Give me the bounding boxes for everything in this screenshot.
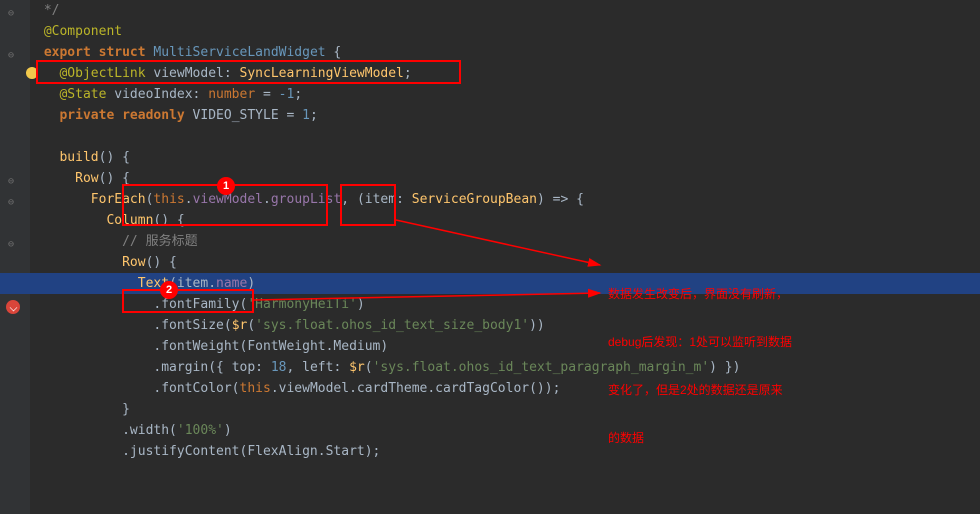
fold-icon[interactable]: ⊖ [8, 192, 14, 213]
semi: ; [294, 87, 302, 102]
annotation-state: @State [59, 87, 106, 102]
note-line4: 的数据 [608, 430, 792, 446]
type-ServiceGroupBean: ServiceGroupBean [412, 192, 537, 207]
colon: : [333, 360, 349, 375]
key-top: top [232, 360, 255, 375]
comment-service-title: // 服务标题 [122, 234, 197, 249]
str-100: '100%' [177, 423, 224, 438]
fold-icon[interactable]: ⊖ [8, 45, 14, 66]
paren-open: ( [247, 318, 255, 333]
fn-r: $r [232, 318, 248, 333]
colon: : [396, 192, 412, 207]
annotation-box-item [340, 184, 396, 226]
annotation-box-objectlink [36, 60, 461, 84]
eq: = [279, 108, 302, 123]
paren: () [146, 255, 162, 270]
kw-this: this [240, 381, 271, 396]
note-line2: debug后发现：1处可以监听到数据 [608, 334, 792, 350]
fn-Row: Row [75, 171, 98, 186]
badge-1: 1 [217, 177, 235, 195]
brace-close: } [122, 402, 130, 417]
fold-icon[interactable]: ⊖ [8, 3, 14, 24]
kw-struct: struct [99, 45, 146, 60]
chain: .viewModel.cardTheme.cardTagColor()); [271, 381, 561, 396]
colon: : [193, 87, 209, 102]
semi: ; [310, 108, 318, 123]
paren-open: ( [365, 360, 373, 375]
fn-Row: Row [122, 255, 145, 270]
call-width: .width( [122, 423, 177, 438]
comma: , [286, 360, 302, 375]
comment-end: */ [36, 3, 59, 18]
annotation-note: 数据发生改变后，界面没有刷新， debug后发现：1处可以监听到数据 变化了，但… [608, 254, 792, 462]
num-18: 18 [271, 360, 287, 375]
call-fontColor: .fontColor( [153, 381, 239, 396]
type-number: number [208, 87, 255, 102]
eq: = [255, 87, 278, 102]
struct-name: MultiServiceLandWidget [153, 45, 325, 60]
gutter: ⊖ ⊖ ⊖ ⊖ ⊖ ⊖ [0, 0, 30, 514]
str-body1: 'sys.float.ohos_id_text_size_body1' [255, 318, 529, 333]
num-neg1: -1 [279, 87, 295, 102]
kw-export: export [44, 45, 91, 60]
kw-readonly: readonly [122, 108, 185, 123]
brace: { [161, 255, 177, 270]
const-VIDEO_STYLE: VIDEO_STYLE [185, 108, 279, 123]
badge-2: 2 [160, 281, 178, 299]
note-line1: 数据发生改变后，界面没有刷新， [608, 286, 792, 302]
num-1: 1 [302, 108, 310, 123]
call-fontSize: .fontSize( [153, 318, 231, 333]
arrow-brace: ) => { [537, 192, 584, 207]
call-justifyContent: .justifyContent(FlexAlign.Start); [122, 444, 380, 459]
brace: { [114, 150, 130, 165]
call-fontWeight: .fontWeight(FontWeight.Medium) [153, 339, 388, 354]
breakpoint-icon[interactable] [6, 300, 20, 314]
paren: () [99, 171, 115, 186]
fold-icon[interactable]: ⊖ [8, 171, 14, 192]
call-margin: .margin({ [153, 360, 231, 375]
key-left: left [302, 360, 333, 375]
note-line3: 变化了，但是2处的数据还是原来 [608, 382, 792, 398]
fold-icon[interactable]: ⊖ [8, 234, 14, 255]
paren-close: ) [224, 423, 232, 438]
colon: : [255, 360, 271, 375]
prop-videoIndex: videoIndex [106, 87, 192, 102]
paren: () [99, 150, 115, 165]
fn-build: build [59, 150, 98, 165]
fn-r: $r [349, 360, 365, 375]
annotation-component: @Component [44, 24, 122, 39]
kw-private: private [59, 108, 114, 123]
str-harmony: 'HarmonyHeiTi' [247, 297, 357, 312]
paren-close: ) [357, 297, 365, 312]
brace-open: { [326, 45, 342, 60]
annotation-box-2 [122, 289, 254, 313]
paren-close: )) [529, 318, 545, 333]
